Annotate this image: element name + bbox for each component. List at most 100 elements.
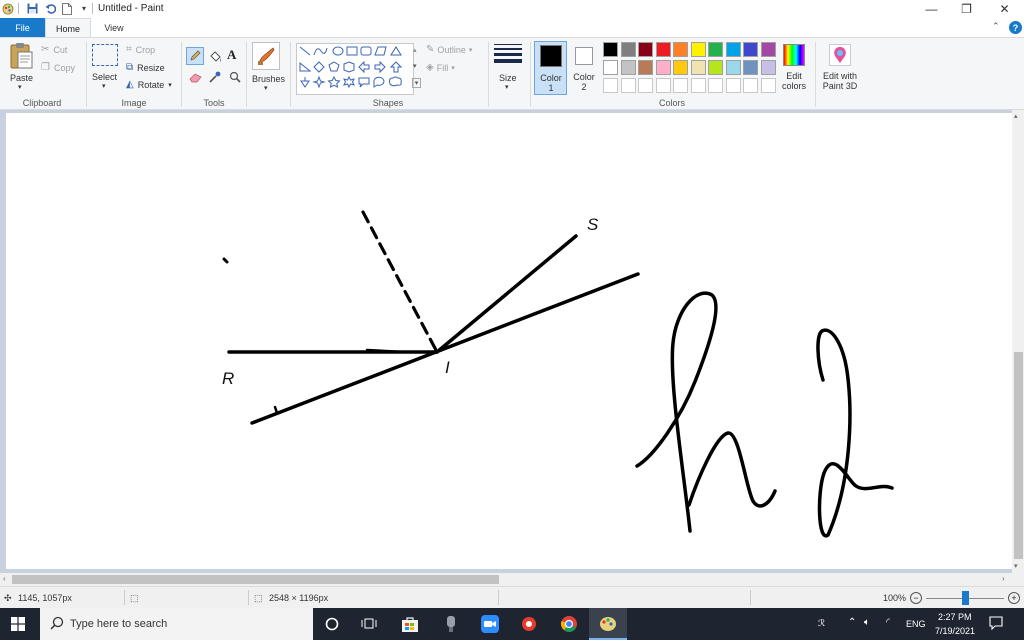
- scroll-right-arrow-icon[interactable]: ›: [1002, 574, 1005, 583]
- cut-button[interactable]: ✂ Cut: [41, 44, 67, 55]
- task-view-icon[interactable]: [358, 614, 380, 634]
- fill-label: Fill: [436, 62, 449, 73]
- shapes-scroll-up-icon[interactable]: ▴: [413, 46, 417, 54]
- close-button[interactable]: ✕: [986, 0, 1023, 18]
- store-app-icon[interactable]: [399, 614, 421, 634]
- help-button[interactable]: ?: [1009, 21, 1022, 34]
- volume-icon[interactable]: 🔈︎: [864, 617, 870, 628]
- tab-file[interactable]: File: [0, 18, 45, 37]
- clock-time[interactable]: 2:27 PM: [938, 612, 972, 622]
- color2-button[interactable]: Color 2: [569, 41, 601, 95]
- paint-app-icon[interactable]: [2, 2, 14, 15]
- people-icon[interactable]: ℛ: [818, 618, 825, 629]
- group-separator: [181, 42, 182, 107]
- edit-with-paint3d-button[interactable]: Edit with Paint 3D: [818, 42, 862, 98]
- fill-button[interactable]: ◈ Fill ▾: [426, 62, 455, 73]
- palette-swatch[interactable]: [690, 42, 706, 57]
- paste-dropdown-icon: ▾: [18, 84, 22, 91]
- palette-swatch[interactable]: [638, 42, 653, 57]
- palette-swatch[interactable]: [673, 60, 688, 75]
- horizontal-scrollbar-thumb[interactable]: [12, 575, 499, 584]
- fill-tool[interactable]: [207, 48, 223, 64]
- color-picker-tool[interactable]: [207, 69, 223, 85]
- shapes-expand-icon[interactable]: ▾: [412, 78, 421, 88]
- palette-swatch[interactable]: [743, 42, 758, 57]
- scroll-up-arrow-icon[interactable]: ▴: [1014, 112, 1018, 120]
- palette-swatch-empty[interactable]: [638, 78, 653, 93]
- shapes-scroll-down-icon[interactable]: ▾: [413, 62, 417, 70]
- palette-swatch[interactable]: [690, 60, 706, 75]
- save-icon[interactable]: [26, 2, 38, 15]
- media-app-icon[interactable]: [518, 614, 540, 634]
- eraser-tool[interactable]: [187, 69, 203, 85]
- palette-swatch[interactable]: [655, 42, 671, 57]
- zoom-slider-thumb[interactable]: [962, 591, 969, 605]
- scroll-left-arrow-icon[interactable]: ‹: [3, 574, 6, 583]
- zoom-out-button[interactable]: −: [910, 592, 922, 604]
- outline-button[interactable]: ✎ Outline ▾: [426, 44, 472, 55]
- shapes-gallery[interactable]: [296, 43, 414, 95]
- cortana-icon[interactable]: [321, 614, 343, 634]
- palette-swatch[interactable]: [708, 42, 723, 57]
- paint-taskbar-button[interactable]: [589, 608, 627, 640]
- palette-swatch[interactable]: [760, 60, 776, 75]
- customize-qa-chevron-icon[interactable]: ▾: [78, 2, 90, 15]
- resize-button[interactable]: ⧉ Resize: [126, 62, 165, 73]
- drawing-canvas[interactable]: R I S: [6, 113, 1012, 569]
- size-button[interactable]: Size ▾: [494, 44, 522, 91]
- palette-swatch[interactable]: [673, 42, 688, 57]
- brushes-button[interactable]: Brushes ▾: [252, 42, 285, 92]
- rotate-button[interactable]: ◭ Rotate ▾: [126, 79, 172, 90]
- palette-swatch[interactable]: [743, 60, 758, 75]
- palette-swatch-empty[interactable]: [673, 78, 688, 93]
- text-tool[interactable]: A: [227, 47, 241, 63]
- label-i: I: [445, 358, 450, 377]
- palette-swatch[interactable]: [708, 60, 723, 75]
- palette-swatch[interactable]: [638, 60, 653, 75]
- palette-swatch[interactable]: [655, 60, 671, 75]
- tab-view[interactable]: View: [96, 18, 132, 37]
- palette-swatch-empty[interactable]: [603, 78, 618, 93]
- select-button[interactable]: Select ▾: [92, 44, 118, 90]
- chrome-app-icon[interactable]: [558, 614, 580, 634]
- palette-swatch-empty[interactable]: [743, 78, 758, 93]
- minimize-button[interactable]: —: [913, 0, 950, 18]
- undo-icon[interactable]: [44, 2, 56, 15]
- brushes-dropdown-icon: ▾: [264, 85, 268, 92]
- vertical-scrollbar-thumb[interactable]: [1014, 352, 1023, 559]
- palette-swatch[interactable]: [725, 60, 741, 75]
- palette-swatch-empty[interactable]: [620, 78, 636, 93]
- zoom-app-icon[interactable]: [479, 614, 501, 634]
- palette-swatch-empty[interactable]: [725, 78, 741, 93]
- notifications-icon[interactable]: [989, 616, 1003, 632]
- palette-swatch[interactable]: [620, 42, 636, 57]
- palette-swatch-empty[interactable]: [708, 78, 723, 93]
- color1-button[interactable]: Color 1: [534, 41, 567, 95]
- palette-swatch-empty[interactable]: [655, 78, 671, 93]
- language-indicator[interactable]: ENG: [906, 619, 926, 629]
- scroll-down-arrow-icon[interactable]: ▾: [1014, 562, 1018, 570]
- palette-swatch-empty[interactable]: [690, 78, 706, 93]
- new-document-icon[interactable]: [61, 2, 73, 15]
- windows-start-icon[interactable]: [11, 617, 25, 633]
- recorder-app-icon[interactable]: [440, 614, 462, 634]
- crop-button[interactable]: ⌗ Crop: [126, 44, 155, 55]
- magnifier-tool[interactable]: [227, 69, 243, 85]
- edit-colors-button[interactable]: Edit colors: [780, 42, 810, 94]
- palette-swatch[interactable]: [760, 42, 776, 57]
- clock-date[interactable]: 7/19/2021: [935, 626, 975, 636]
- palette-swatch[interactable]: [620, 60, 636, 75]
- collapse-ribbon-chevron-icon[interactable]: ⌃: [992, 21, 1000, 32]
- palette-swatch[interactable]: [603, 42, 618, 57]
- palette-swatch-empty[interactable]: [760, 78, 776, 93]
- pencil-tool[interactable]: [186, 47, 204, 65]
- zoom-in-button[interactable]: +: [1008, 592, 1020, 604]
- palette-swatch[interactable]: [725, 42, 741, 57]
- network-icon[interactable]: ◜: [886, 617, 890, 628]
- tab-home[interactable]: Home: [45, 18, 91, 38]
- maximize-button[interactable]: ❐: [948, 0, 985, 18]
- palette-swatch[interactable]: [603, 60, 618, 75]
- tray-overflow-chevron-icon[interactable]: ⌃: [848, 617, 856, 628]
- copy-button[interactable]: ❐ Copy: [41, 62, 75, 73]
- paste-button[interactable]: Paste ▾: [8, 42, 34, 91]
